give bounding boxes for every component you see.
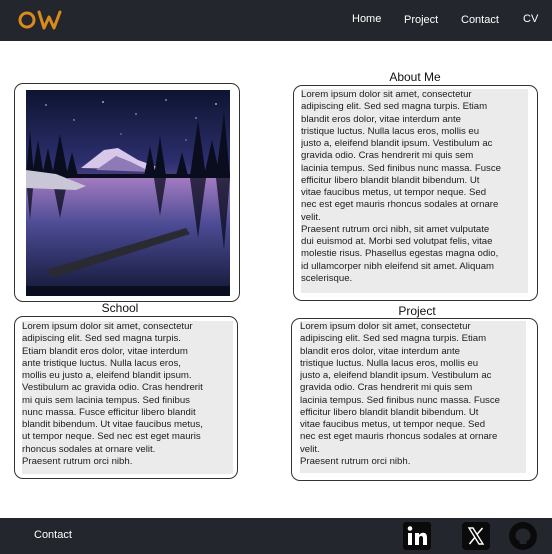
linkedin-icon[interactable] [403,522,431,550]
footer-contact-link[interactable]: Contact [34,529,72,541]
about-heading: About Me [389,70,441,84]
x-icon[interactable] [462,522,490,550]
school-text: Lorem ipsum dolor sit amet, consectetur … [22,321,233,474]
nav-home[interactable]: Home [352,13,381,25]
school-card: Lorem ipsum dolor sit amet, consectetur … [14,316,238,479]
about-text: Lorem ipsum dolor sit amet, consectetur … [301,89,528,293]
landscape-photo [26,90,230,296]
project-text: Lorem ipsum dolor sit amet, consectetur … [300,321,526,473]
main-nav: Home Project Contact CV [0,0,552,41]
github-icon[interactable] [509,522,537,550]
footer: Contact [0,518,552,554]
nav-cv[interactable]: CV [523,13,538,25]
project-card: Lorem ipsum dolor sit amet, consectetur … [291,318,538,481]
image-card [14,83,240,302]
about-card: Lorem ipsum dolor sit amet, consectetur … [293,85,538,301]
project-heading: Project [398,304,436,318]
school-heading: School [101,301,139,315]
top-navbar: Home Project Contact CV [0,0,552,41]
nav-project[interactable]: Project [404,14,438,26]
nav-contact[interactable]: Contact [461,14,499,26]
